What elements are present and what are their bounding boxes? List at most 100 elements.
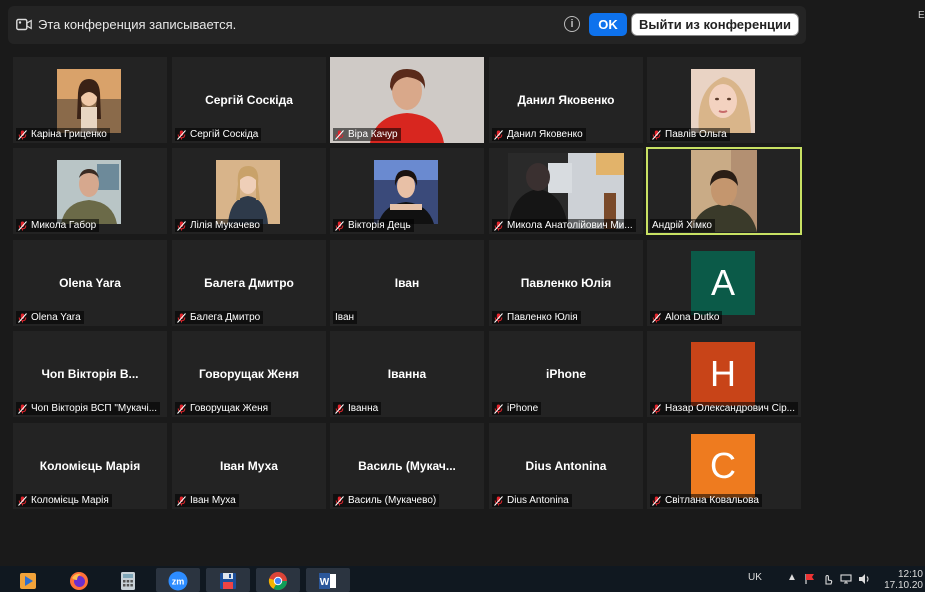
participant-tile[interactable]: Микола Габор bbox=[13, 148, 167, 234]
participant-name: Микола Габор bbox=[31, 220, 97, 231]
participant-name-label: Сергій Соскіда bbox=[175, 128, 262, 141]
participant-name-label: Іванна bbox=[333, 402, 382, 415]
avatar: A bbox=[691, 251, 755, 315]
profile-photo bbox=[691, 69, 755, 133]
participant-tile[interactable]: A Alona Dutko bbox=[647, 240, 801, 326]
participant-tile[interactable]: Павлів Ольга bbox=[647, 57, 801, 143]
media-player-taskbar-button[interactable] bbox=[6, 568, 50, 592]
participant-tile[interactable]: Андрій Хімко bbox=[646, 147, 802, 235]
participant-tile[interactable]: Іван Іван bbox=[330, 240, 484, 326]
leave-meeting-button[interactable]: Выйти из конференции bbox=[631, 13, 799, 36]
participant-tile[interactable]: Данил Яковенко Данил Яковенко bbox=[489, 57, 643, 143]
participant-name: iPhone bbox=[507, 403, 539, 414]
volume-icon[interactable] bbox=[858, 573, 871, 585]
clock[interactable]: 12:10 17.10.20 bbox=[884, 569, 923, 591]
participant-name: Павлів Ольга bbox=[665, 129, 727, 140]
participant-name: Dius Antonina bbox=[507, 495, 569, 506]
participant-display-name: Павленко Юлія bbox=[520, 276, 612, 290]
network-icon[interactable] bbox=[840, 573, 852, 585]
participant-tile[interactable]: Чоп Вікторія В... Чоп Вікторія ВСП "Мукач… bbox=[13, 331, 167, 417]
participant-name: Іванна bbox=[348, 403, 379, 414]
participant-name-label: Іван Муха bbox=[175, 494, 239, 507]
participant-display-name: Dius Antonina bbox=[525, 459, 607, 473]
word-icon: W bbox=[319, 573, 336, 589]
microphone-muted-icon bbox=[652, 403, 661, 414]
top-right-label: E bbox=[918, 10, 925, 21]
participant-display-name: Olena Yara bbox=[59, 276, 121, 290]
profile-photo bbox=[57, 69, 121, 133]
participant-name-label: Dius Antonina bbox=[492, 494, 572, 507]
language-indicator[interactable]: UK bbox=[748, 572, 762, 583]
participant-name: Світлана Ковальова bbox=[665, 495, 759, 506]
microphone-muted-icon bbox=[18, 312, 27, 323]
microphone-muted-icon bbox=[335, 129, 344, 140]
participant-name-label: iPhone bbox=[492, 402, 542, 415]
participant-name-label: Андрій Хімко bbox=[650, 219, 715, 232]
participant-tile[interactable]: Віра Качур bbox=[330, 57, 484, 143]
microphone-muted-icon bbox=[494, 312, 503, 323]
save-disk-icon bbox=[220, 573, 236, 589]
ok-button[interactable]: OK bbox=[589, 13, 627, 36]
participant-name-label: Світлана Ковальова bbox=[650, 494, 762, 507]
microphone-muted-icon bbox=[18, 495, 27, 506]
microphone-muted-icon bbox=[652, 312, 661, 323]
participant-tile[interactable]: Іванна Іванна bbox=[330, 331, 484, 417]
participant-name: Іван bbox=[335, 312, 355, 323]
participant-display-name: Іванна bbox=[387, 367, 427, 381]
participant-tile[interactable]: Dius Antonina Dius Antonina bbox=[489, 423, 643, 509]
info-icon[interactable]: i bbox=[564, 16, 580, 32]
flag-icon[interactable] bbox=[804, 573, 816, 585]
participant-name-label: Чоп Вікторія ВСП "Мукачі... bbox=[16, 402, 161, 415]
microphone-muted-icon bbox=[18, 220, 27, 231]
participant-tile[interactable]: Микола Анатолійович Ми... bbox=[489, 148, 643, 234]
participant-tile[interactable]: Вікторія Дець bbox=[330, 148, 484, 234]
chrome-taskbar-button[interactable] bbox=[256, 568, 300, 592]
zoom-taskbar-button[interactable]: zm bbox=[156, 568, 200, 592]
participant-tile[interactable]: Лілія Мукачево bbox=[172, 148, 326, 234]
participant-name: Віра Качур bbox=[348, 129, 398, 140]
firefox-taskbar-button[interactable] bbox=[57, 568, 101, 592]
participant-name-label: Іван bbox=[333, 311, 358, 324]
participant-tile[interactable]: iPhone iPhone bbox=[489, 331, 643, 417]
participant-tile[interactable]: Іван Муха Іван Муха bbox=[172, 423, 326, 509]
participant-tile[interactable]: C Світлана Ковальова bbox=[647, 423, 801, 509]
participant-name: Назар Олександрович Сір... bbox=[665, 403, 795, 414]
microphone-muted-icon bbox=[177, 220, 186, 231]
participant-tile[interactable]: Говорущак Женя Говорущак Женя bbox=[172, 331, 326, 417]
word-taskbar-button[interactable]: W bbox=[306, 568, 350, 592]
avatar: H bbox=[691, 342, 755, 406]
participant-name-label: Микола Анатолійович Ми... bbox=[492, 219, 636, 232]
microphone-muted-icon bbox=[494, 403, 503, 414]
microphone-muted-icon bbox=[335, 220, 344, 231]
microphone-muted-icon bbox=[177, 129, 186, 140]
microphone-muted-icon bbox=[494, 220, 503, 231]
participant-tile[interactable]: Olena Yara Olena Yara bbox=[13, 240, 167, 326]
participant-display-name: Говорущак Женя bbox=[199, 367, 299, 381]
participant-name-label: Балега Дмитро bbox=[175, 311, 264, 324]
microphone-muted-icon bbox=[18, 403, 27, 414]
svg-text:zm: zm bbox=[172, 577, 185, 587]
participant-name: Сергій Соскіда bbox=[190, 129, 259, 140]
participant-tile[interactable]: Павленко Юлія Павленко Юлія bbox=[489, 240, 643, 326]
svg-text:W: W bbox=[320, 577, 330, 588]
participant-tile[interactable]: Балега Дмитро Балега Дмитро bbox=[172, 240, 326, 326]
media-player-icon bbox=[20, 573, 36, 589]
save-disk-taskbar-button[interactable] bbox=[206, 568, 250, 592]
participant-tile[interactable]: Сергій Соскіда Сергій Соскіда bbox=[172, 57, 326, 143]
tray-overflow-icon[interactable]: ▲ bbox=[787, 572, 797, 583]
participant-name: Іван Муха bbox=[190, 495, 236, 506]
participant-name-label: Olena Yara bbox=[16, 311, 84, 324]
calculator-taskbar-button[interactable] bbox=[106, 568, 150, 592]
participant-display-name: Чоп Вікторія В... bbox=[41, 367, 139, 381]
participant-tile[interactable]: H Назар Олександрович Сір... bbox=[647, 331, 801, 417]
zoom-icon: zm bbox=[168, 571, 188, 591]
participant-tile[interactable]: Каріна Гриценко bbox=[13, 57, 167, 143]
clock-time: 12:10 bbox=[897, 569, 923, 580]
participant-tile[interactable]: Коломієць Марія Коломієць Марія bbox=[13, 423, 167, 509]
participant-display-name: Іван bbox=[394, 276, 420, 290]
participant-tile[interactable]: Василь (Мукач... Василь (Мукачево) bbox=[330, 423, 484, 509]
participant-display-name: Данил Яковенко bbox=[517, 93, 615, 107]
calculator-icon bbox=[121, 572, 135, 590]
microphone-muted-icon bbox=[177, 495, 186, 506]
touch-icon[interactable] bbox=[822, 573, 834, 585]
